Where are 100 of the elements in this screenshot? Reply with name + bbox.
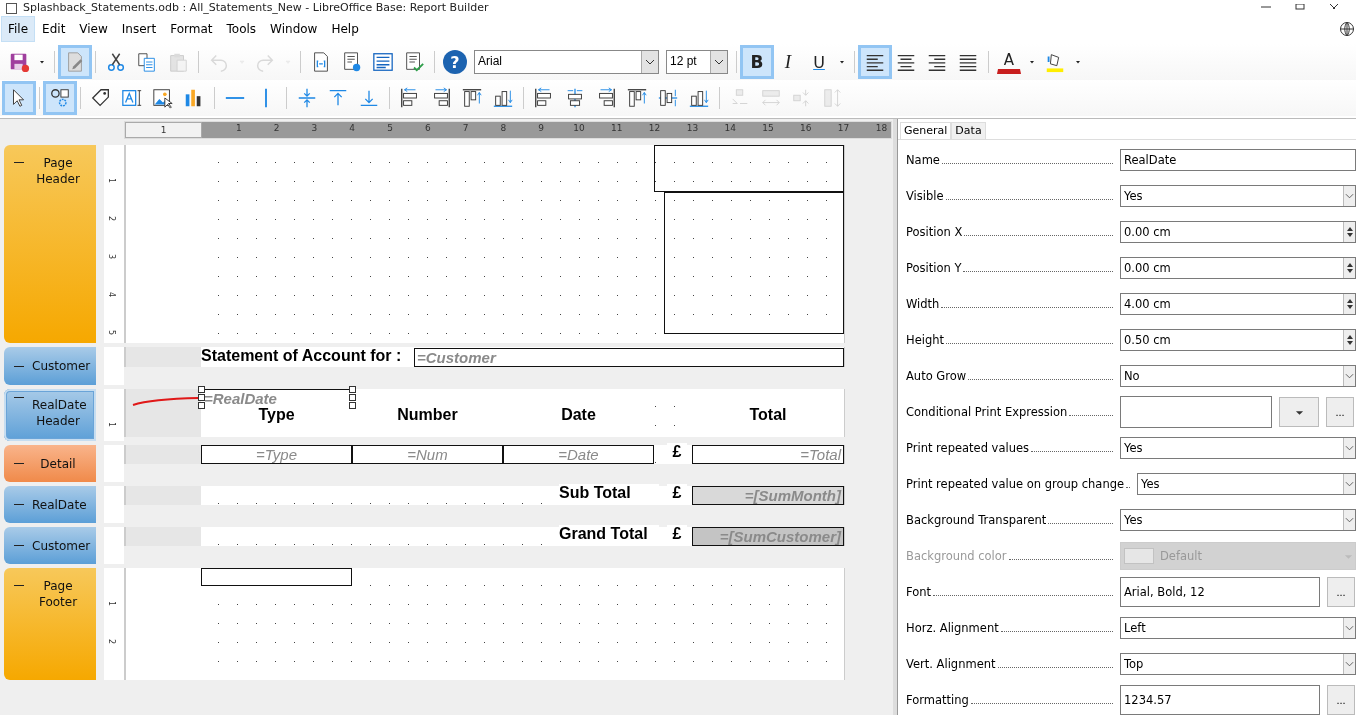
report-frame[interactable] [201,568,352,586]
ruler-number: 1 [107,421,117,428]
document-icon [6,3,17,14]
property-label: Print repeated value on group change [906,477,1125,491]
tab[interactable]: Data [951,122,986,139]
menu-item[interactable]: File [1,16,36,42]
report-frame[interactable] [664,192,844,334]
dropdown[interactable]: Top [1120,653,1356,675]
property-label: Position Y [906,261,962,275]
property-label: Font [906,585,932,599]
data-field[interactable]: =Type [201,445,352,464]
report-label[interactable]: £ [667,443,687,463]
section-header[interactable]: Customer [4,347,96,385]
expression-field[interactable] [1120,396,1272,428]
menu-item[interactable]: Format [163,16,220,42]
text-field[interactable]: RealDate [1120,149,1356,171]
font-color-button[interactable]: A [997,50,1021,74]
ruler-number: 3 [107,253,117,260]
minimize-icon[interactable] [1260,4,1272,10]
property-label: Position X [906,225,963,239]
spin-arrows-icon[interactable] [1345,261,1354,275]
menu-item[interactable]: Tools [219,16,264,42]
property-label: Auto Grow [906,369,967,383]
spin-arrows-icon[interactable] [1345,225,1354,239]
more-button[interactable]: ... [1327,685,1355,715]
section-header[interactable]: Customer [4,527,96,564]
section-header[interactable]: Page Footer [4,568,96,680]
spin-arrows-icon[interactable] [1345,297,1354,311]
underline-button[interactable]: U [804,47,834,77]
ink-stroke [131,395,201,407]
section-header[interactable]: Page Header [4,145,96,343]
ruler-number: 18 [875,123,888,133]
ruler-number: 7 [461,123,470,133]
report-label[interactable]: Grand Total [559,525,659,545]
more-button[interactable]: ... [1326,397,1354,427]
section-header[interactable]: Detail [4,445,96,482]
text-field[interactable]: Arial, Bold, 12 [1120,577,1320,607]
spin-field[interactable]: 0.00 cm [1120,221,1356,243]
property-label: Background color [906,549,1007,563]
window-title: Splashback_Statements.odb : All_Statements_New - LibreOffice Base: Report Builder [23,1,489,14]
report-label[interactable]: Sub Total [559,484,659,504]
ruler-number: 8 [499,123,508,133]
ruler [104,486,124,523]
leader-line [1048,523,1113,524]
chevron-icon[interactable] [714,59,724,65]
ruler-number: 4 [348,123,357,133]
spin-arrows-icon[interactable] [1345,333,1354,347]
report-label[interactable]: £ [667,525,687,545]
menu-item[interactable]: View [72,16,115,42]
ruler [104,347,124,385]
dropdown[interactable]: Left [1120,617,1356,639]
section-header[interactable]: RealDate Header [4,389,96,441]
ruler-number: 15 [762,123,774,133]
more-button[interactable]: ... [1327,577,1355,607]
ruler-number: 2 [272,123,281,133]
data-field[interactable]: =Num [352,445,503,464]
property-label: Conditional Print Expression [906,405,1068,419]
ruler-number: 14 [724,123,737,133]
menu-item[interactable]: Insert [114,16,164,42]
ruler-number: 1 [107,177,117,184]
close-icon[interactable] [1328,4,1340,10]
chevron-icon[interactable] [645,59,655,65]
spin-field[interactable]: 0.50 cm [1120,329,1356,351]
report-frame[interactable] [654,145,844,192]
ruler-number: 11 [610,123,623,133]
menu-item[interactable]: Help [324,16,366,42]
globe-icon[interactable] [1339,21,1355,37]
spin-field[interactable]: 0.00 cm [1120,257,1356,279]
ruler [104,527,124,564]
report-label[interactable]: Statement of Account for : [201,347,411,367]
dropdown[interactable]: Yes [1120,185,1356,207]
ruler-number: 1 [107,600,117,607]
ruler-number: 6 [423,123,432,133]
font-size-box[interactable]: 12 pt [666,50,728,74]
menu-item[interactable]: Edit [35,16,73,42]
ruler-number: 5 [107,329,117,336]
text-field[interactable]: 1234.57 [1120,685,1320,715]
ruler-number: 10 [573,123,585,133]
caret-icon[interactable] [1294,410,1304,416]
tab[interactable]: General [900,122,952,139]
menu-item[interactable]: Window [263,16,325,42]
bold-button[interactable]: B [742,47,772,77]
dropdown[interactable]: Yes [1120,509,1356,531]
leader-line [1069,415,1113,416]
ruler-number: 5 [386,123,394,133]
property-label: Print repeated values [906,441,1030,455]
dropdown[interactable]: No [1120,365,1356,387]
font-name-box[interactable]: Arial [474,50,659,74]
ruler-number: 13 [686,123,699,133]
spin-field[interactable]: 4.00 cm [1120,293,1356,315]
dropdown[interactable]: Yes [1137,473,1356,495]
property-label: Width [906,297,940,311]
ruler-number: 17 [837,123,850,133]
maximize-icon[interactable] [1294,4,1306,10]
report-label[interactable]: £ [667,484,687,504]
section-header[interactable]: RealDate [4,486,96,523]
ruler-number: 1 [234,123,243,133]
dropdown[interactable]: Yes [1120,437,1356,459]
italic-button[interactable]: I [773,47,803,77]
property-label: Height [906,333,944,347]
